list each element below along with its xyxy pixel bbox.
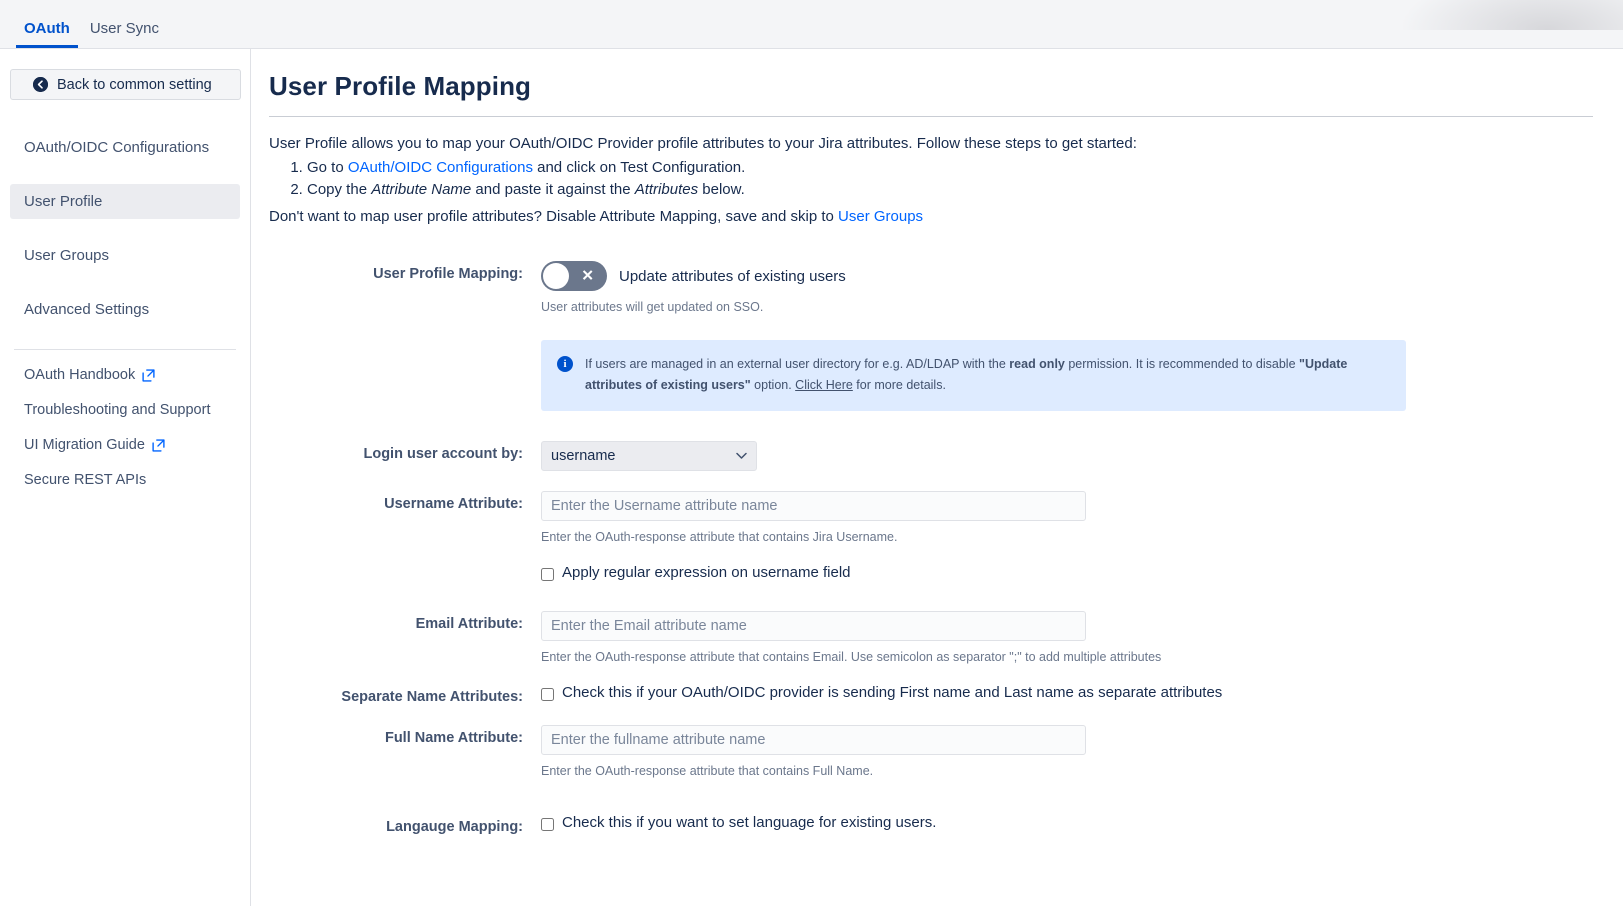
apply-regex-checkbox[interactable]	[541, 567, 554, 581]
row-separate-name-attributes: Separate Name Attributes: Check this if …	[269, 684, 1593, 705]
row-email-attribute: Email Attribute: Enter the OAuth-respons…	[269, 610, 1593, 664]
user-groups-link[interactable]: User Groups	[838, 208, 923, 225]
sidebar-link-troubleshooting-and-support[interactable]: Troubleshooting and Support	[10, 402, 240, 418]
row-regex-checkbox: Apply regular expression on username fie…	[269, 564, 1593, 581]
toggle-off-icon: ✕	[581, 267, 594, 285]
sidebar-item-advanced-settings[interactable]: Advanced Settings	[10, 292, 240, 327]
tab-user-sync[interactable]: User Sync	[80, 20, 169, 48]
step-1: Go to OAuth/OIDC Configurations and clic…	[307, 159, 1593, 176]
steps-list: Go to OAuth/OIDC Configurations and clic…	[269, 159, 1593, 198]
sidebar-item-oauth-oidc-configurations[interactable]: OAuth/OIDC Configurations	[10, 130, 240, 165]
sidebar-link-label: OAuth Handbook	[24, 367, 136, 383]
step-2-post: below.	[698, 181, 745, 198]
login-user-account-by-value: username	[551, 447, 616, 464]
sidebar-link-oauth-handbook[interactable]: OAuth Handbook	[10, 367, 240, 383]
login-user-account-by-select[interactable]: username	[541, 440, 757, 471]
step-1-pre: Go to	[307, 159, 348, 176]
step-2-pre: Copy the	[307, 181, 372, 198]
email-attribute-input[interactable]	[541, 610, 1086, 641]
sidebar-item-label: User Profile	[24, 193, 103, 210]
row-user-profile-mapping: User Profile Mapping: ✕ Update attribute…	[269, 261, 1593, 411]
sidebar-item-label: User Groups	[24, 247, 110, 264]
info-banner-text: If users are managed in an external user…	[585, 354, 1390, 397]
step-2: Copy the Attribute Name and paste it aga…	[307, 181, 1593, 198]
intro-text: User Profile allows you to map your OAut…	[269, 135, 1137, 152]
sidebar-link-label: Secure REST APIs	[24, 472, 147, 488]
info-part-2: permission. It is recommended to disable	[1064, 357, 1300, 371]
full-name-attribute-label: Full Name Attribute:	[384, 729, 523, 746]
update-attributes-toggle[interactable]: ✕	[541, 261, 607, 291]
sidebar-divider	[14, 349, 236, 350]
step-1-post: and click on Test Configuration.	[532, 159, 746, 176]
language-mapping-checkbox-row[interactable]: Check this if you want to set language f…	[541, 814, 1593, 831]
info-part-4: for more details.	[852, 378, 946, 393]
username-attribute-input[interactable]	[541, 490, 1086, 521]
sidebar-link-label: Troubleshooting and Support	[24, 402, 211, 418]
sidebar-link-label: UI Migration Guide	[24, 437, 145, 453]
toggle-knob	[543, 263, 569, 289]
separate-name-checkbox-row[interactable]: Check this if your OAuth/OIDC provider i…	[541, 684, 1593, 701]
separate-name-checkbox[interactable]	[541, 687, 554, 701]
external-link-icon	[152, 438, 165, 452]
sidebar-link-ui-migration-guide[interactable]: UI Migration Guide	[10, 437, 240, 453]
regex-row-spacer	[269, 564, 541, 569]
sidebar-item-user-groups[interactable]: User Groups	[10, 238, 240, 273]
back-button-label: Back to common setting	[57, 76, 212, 93]
step-2-emphasis-attributes: Attributes	[634, 181, 699, 198]
user-profile-mapping-hint: User attributes will get updated on SSO.	[541, 300, 764, 314]
step-2-emphasis-attribute-name: Attribute Name	[371, 181, 472, 198]
language-mapping-label: Langauge Mapping:	[386, 818, 523, 835]
external-link-icon	[142, 368, 155, 382]
sidebar-item-user-profile[interactable]: User Profile	[10, 184, 240, 219]
full-name-attribute-input[interactable]	[541, 724, 1086, 755]
back-to-common-setting-button[interactable]: Back to common setting	[10, 69, 241, 100]
topbar-glare	[1403, 0, 1623, 30]
separate-name-attributes-label: Separate Name Attributes:	[341, 688, 523, 705]
click-here-link[interactable]: Click Here	[795, 378, 853, 392]
title-divider	[269, 116, 1593, 117]
row-full-name-attribute: Full Name Attribute: Enter the OAuth-res…	[269, 724, 1593, 778]
skip-text-pre: Don't want to map user profile attribute…	[269, 208, 839, 225]
info-part-1: If users are managed in an external user…	[585, 357, 1010, 371]
oauth-oidc-configurations-link[interactable]: OAuth/OIDC Configurations	[348, 159, 533, 176]
info-part-3: option.	[750, 378, 796, 393]
back-arrow-icon	[33, 77, 48, 92]
language-mapping-checkbox-label: Check this if you want to set language f…	[562, 813, 937, 831]
language-mapping-checkbox[interactable]	[541, 817, 554, 831]
sidebar-item-label: OAuth/OIDC Configurations	[24, 139, 210, 156]
sidebar-item-label: Advanced Settings	[24, 301, 150, 318]
update-attributes-toggle-label: Update attributes of existing users	[619, 267, 846, 285]
full-name-attribute-hint: Enter the OAuth-response attribute that …	[541, 763, 874, 778]
user-profile-form: User Profile Mapping: ✕ Update attribute…	[269, 261, 1593, 835]
page-title: User Profile Mapping	[269, 71, 532, 101]
tab-oauth-label: OAuth	[24, 20, 70, 37]
step-2-mid: and paste it against the	[471, 181, 635, 198]
info-banner: i If users are managed in an external us…	[541, 340, 1406, 411]
tab-oauth[interactable]: OAuth	[14, 20, 80, 48]
login-user-account-by-label: Login user account by:	[363, 445, 523, 462]
top-tab-bar: OAuth User Sync	[0, 0, 1623, 49]
info-bold-read-only: read only	[1009, 357, 1065, 371]
skip-text: Don't want to map user profile attribute…	[269, 208, 1593, 225]
apply-regex-label: Apply regular expression on username fie…	[562, 563, 851, 581]
separate-name-checkbox-label: Check this if your OAuth/OIDC provider i…	[562, 683, 1223, 701]
username-attribute-hint: Enter the OAuth-response attribute that …	[541, 529, 898, 544]
row-language-mapping: Langauge Mapping: Check this if you want…	[269, 814, 1593, 835]
page-shell: Back to common setting OAuth/OIDC Config…	[0, 49, 1623, 906]
main-content: User Profile Mapping User Profile allows…	[251, 49, 1623, 906]
sidebar-link-secure-rest-apis[interactable]: Secure REST APIs	[10, 472, 240, 488]
sidebar: Back to common setting OAuth/OIDC Config…	[0, 49, 251, 906]
username-attribute-label: Username Attribute:	[384, 495, 523, 512]
info-icon: i	[557, 356, 573, 372]
email-attribute-hint: Enter the OAuth-response attribute that …	[541, 649, 1162, 664]
apply-regex-checkbox-row[interactable]: Apply regular expression on username fie…	[541, 564, 1593, 581]
email-attribute-label: Email Attribute:	[415, 615, 523, 632]
row-username-attribute: Username Attribute: Enter the OAuth-resp…	[269, 490, 1593, 544]
user-profile-mapping-label: User Profile Mapping:	[373, 266, 523, 282]
row-login-user-account-by: Login user account by: username	[269, 440, 1593, 471]
tab-user-sync-label: User Sync	[89, 20, 160, 37]
